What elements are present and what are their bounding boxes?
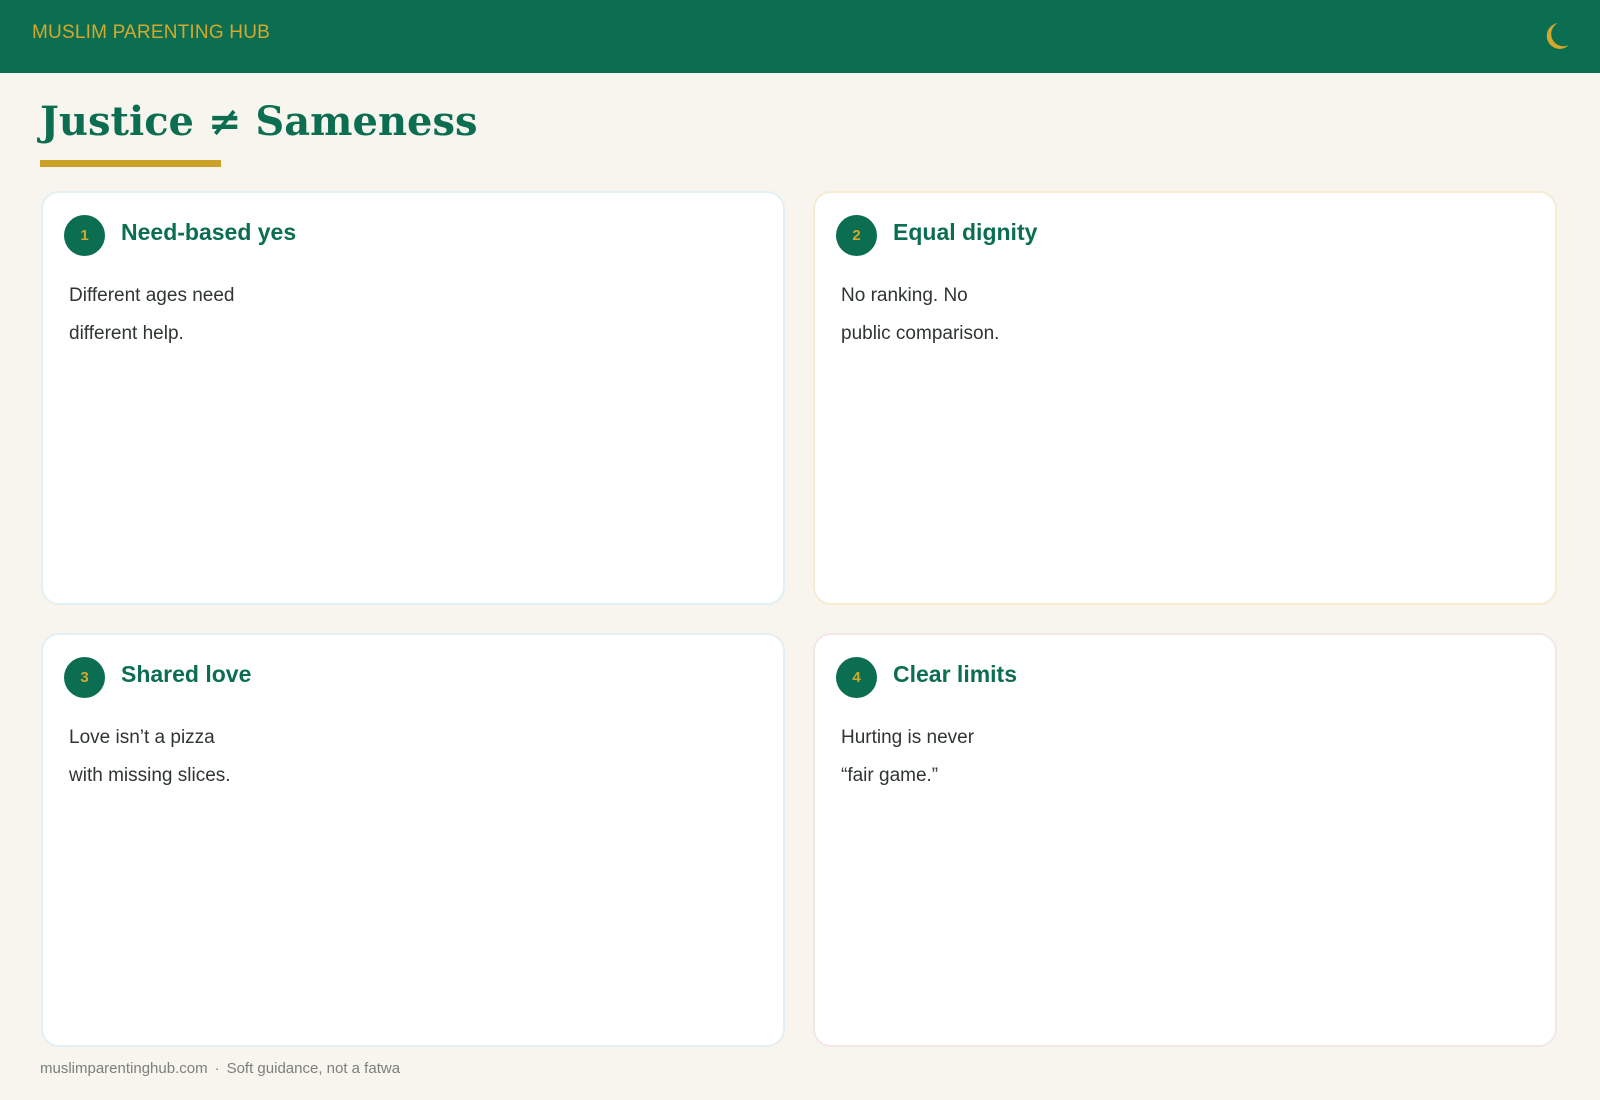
card-body-line: Different ages need (69, 285, 235, 306)
card-title: Shared love (121, 661, 252, 687)
card-body: Hurting is never “fair game.” (841, 719, 974, 795)
card-number-badge: 2 (836, 215, 877, 256)
card-number-badge: 4 (836, 657, 877, 698)
card-title: Clear limits (893, 661, 1017, 687)
crescent-moon-icon (1546, 23, 1569, 49)
brand-name[interactable]: MUSLIM PARENTING HUB (32, 22, 270, 44)
card-number-badge: 3 (64, 657, 105, 698)
card-body: Love isn’t a pizza with missing slices. (69, 719, 231, 795)
card-title: Equal dignity (893, 219, 1038, 245)
card-number-badge: 1 (64, 215, 105, 256)
card-body-line: Hurting is never (841, 727, 975, 748)
card-body-line: with missing slices. (69, 765, 231, 786)
card-need-based-yes: 1 Need-based yes Different ages need dif… (41, 191, 785, 605)
card-body-line: Love isn’t a pizza (69, 727, 215, 748)
card-body: Different ages need different help. (69, 277, 235, 353)
footer-note: Soft guidance, not a fatwa (226, 1060, 401, 1077)
card-shared-love: 3 Shared love Love isn’t a pizza with mi… (41, 633, 785, 1047)
footer-site-link[interactable]: muslimparentinghub.com (40, 1060, 208, 1077)
card-equal-dignity: 2 Equal dignity No ranking. No public co… (813, 191, 1557, 605)
card-title: Need-based yes (121, 219, 297, 245)
page-title: Justice ≠ Sameness (40, 98, 478, 145)
footer-separator: · (214, 1060, 220, 1077)
card-clear-limits: 4 Clear limits Hurting is never “fair ga… (813, 633, 1557, 1047)
card-body: No ranking. No public comparison. (841, 277, 999, 353)
card-body-line: No ranking. No (841, 285, 968, 306)
title-underline (40, 160, 221, 167)
footer: muslimparentinghub.com · Soft guidance, no… (40, 1060, 400, 1077)
card-body-line: public comparison. (841, 323, 1000, 344)
card-body-line: different help. (69, 323, 184, 344)
top-bar: MUSLIM PARENTING HUB (0, 0, 1600, 73)
card-body-line: “fair game.” (841, 765, 939, 786)
